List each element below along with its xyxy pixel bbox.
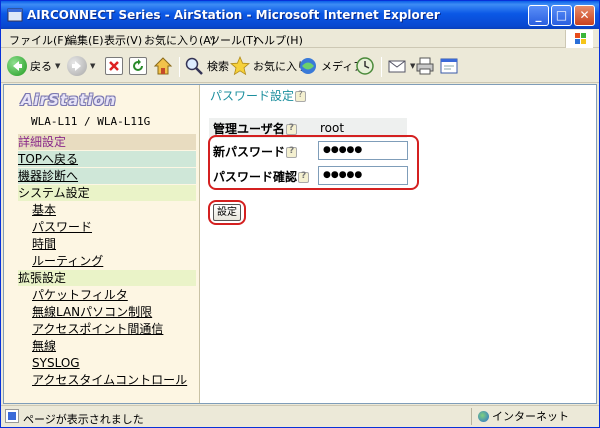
page-title: パスワード設定 — [210, 89, 295, 103]
toolbar-separator — [381, 57, 382, 77]
sidebar-item-basic[interactable]: 基本 — [32, 202, 196, 218]
sidebar-item-packet-filter[interactable]: パケットフィルタ — [32, 287, 196, 303]
windows-logo-icon — [565, 30, 593, 48]
menu-bar: ファイル(F) 編集(E) 表示(V) お気に入り(A) ツール(T) ヘルプ(… — [1, 29, 599, 48]
stop-button[interactable] — [105, 55, 123, 77]
help-icon[interactable] — [295, 90, 307, 102]
page-viewport: AirStation WLA-L11 / WLA-L11G 詳細設定 TOPへ戻… — [3, 84, 597, 404]
sidebar-item-access-time-control[interactable]: アクセスタイムコントロール — [32, 372, 196, 388]
edit-page-icon — [440, 58, 458, 74]
sidebar-item-label[interactable]: パケットフィルタ — [32, 288, 128, 302]
sidebar-item-routing[interactable]: ルーティング — [32, 253, 196, 269]
back-dropdown-icon[interactable]: ▼ — [55, 62, 60, 70]
help-icon[interactable] — [285, 123, 297, 135]
browser-window: AIRCONNECT Series - AirStation - Microso… — [0, 0, 600, 428]
sidebar-item-wireless[interactable]: 無線 — [32, 338, 196, 354]
search-icon — [185, 57, 203, 75]
history-button[interactable] — [355, 55, 375, 77]
sidebar-item-password[interactable]: パスワード — [32, 219, 196, 235]
title-bar: AIRCONNECT Series - AirStation - Microso… — [1, 1, 599, 29]
search-button[interactable]: 検索 — [184, 55, 229, 77]
back-label: 戻る — [30, 60, 52, 73]
sidebar: AirStation WLA-L11 / WLA-L11G 詳細設定 TOPへ戻… — [4, 85, 200, 403]
sidebar-item-label[interactable]: 基本 — [32, 203, 56, 217]
maximize-button[interactable]: □ — [551, 5, 572, 26]
back-arrow-icon — [7, 56, 27, 76]
page-status-icon — [5, 409, 19, 423]
mail-icon — [388, 60, 406, 73]
sidebar-item-label[interactable]: 機器診断へ — [18, 169, 78, 183]
sidebar-item-wlan-pc-restriction[interactable]: 無線LANパソコン制限 — [32, 304, 196, 320]
home-button[interactable] — [153, 55, 173, 77]
sidebar-item-label[interactable]: アクセスタイムコントロール — [32, 373, 187, 387]
status-text: ページが表示されました — [23, 413, 144, 426]
sidebar-category-label: 拡張設定 — [18, 271, 67, 285]
page-title-row: パスワード設定 — [210, 87, 307, 104]
home-icon — [153, 57, 173, 75]
menu-edit[interactable]: 編集(E) — [66, 32, 104, 48]
forward-dropdown-icon[interactable]: ▼ — [90, 62, 95, 70]
ie-app-icon — [7, 8, 23, 22]
forward-button[interactable]: ▼ — [67, 55, 95, 77]
sidebar-item-diagnostics[interactable]: 機器診断へ — [18, 168, 196, 184]
favorites-button[interactable]: お気に入り — [230, 55, 308, 77]
toolbar-separator — [179, 57, 180, 77]
back-button[interactable]: 戻る ▼ — [7, 55, 60, 77]
airstation-logo: AirStation — [21, 91, 117, 109]
search-label: 検索 — [207, 60, 229, 73]
menu-view[interactable]: 表示(V) — [104, 32, 142, 48]
security-zone: インターネット — [471, 408, 591, 425]
sidebar-item-top[interactable]: TOPへ戻る — [18, 151, 196, 167]
media-icon — [300, 58, 316, 74]
internet-globe-icon — [478, 411, 489, 422]
sidebar-item-label[interactable]: 時間 — [32, 237, 56, 251]
stop-icon — [105, 57, 123, 75]
password-highlight-box — [208, 135, 419, 190]
toolbar: 戻る ▼ ▼ 検索 お気に入り メディア ▼ — [1, 49, 599, 83]
edit-button[interactable] — [439, 55, 459, 77]
sidebar-category-label: システム設定 — [18, 186, 90, 200]
forward-arrow-icon — [67, 56, 87, 76]
submit-highlight-box — [208, 200, 246, 225]
history-icon — [356, 57, 374, 75]
menu-file[interactable]: ファイル(F) — [9, 32, 68, 48]
admin-user-label: 管理ユーザ名 — [213, 122, 285, 136]
print-button[interactable] — [415, 55, 435, 77]
minimize-button[interactable]: _ — [528, 5, 549, 26]
printer-icon — [416, 57, 434, 75]
sidebar-category-extended: 拡張設定 — [18, 270, 196, 286]
sidebar-item-ap-communication[interactable]: アクセスポイント間通信 — [32, 321, 196, 337]
menu-favorites[interactable]: お気に入り(A) — [144, 32, 215, 48]
sidebar-heading-advanced: 詳細設定 — [18, 134, 196, 150]
main-pane: パスワード設定 管理ユーザ名 root 新パスワード ●●●●● パスワード確認… — [201, 85, 596, 403]
sidebar-category-system: システム設定 — [18, 185, 196, 201]
admin-user-value: root — [320, 121, 345, 135]
mail-button[interactable]: ▼ — [387, 55, 415, 77]
sidebar-item-label[interactable]: アクセスポイント間通信 — [32, 322, 163, 336]
menu-help[interactable]: ヘルプ(H) — [253, 32, 303, 48]
window-title: AIRCONNECT Series - AirStation - Microso… — [27, 8, 440, 22]
menu-tools[interactable]: ツール(T) — [209, 32, 257, 48]
sidebar-item-syslog[interactable]: SYSLOG — [32, 355, 196, 371]
sidebar-item-label[interactable]: 無線 — [32, 339, 56, 353]
close-button[interactable]: ✕ — [574, 5, 595, 26]
sidebar-item-time[interactable]: 時間 — [32, 236, 196, 252]
star-icon — [230, 56, 250, 76]
sidebar-item-label[interactable]: SYSLOG — [32, 356, 80, 370]
refresh-button[interactable] — [129, 55, 147, 77]
zone-label: インターネット — [492, 410, 569, 423]
refresh-icon — [129, 57, 147, 75]
sidebar-item-label[interactable]: TOPへ戻る — [18, 152, 78, 166]
sidebar-item-label[interactable]: 無線LANパソコン制限 — [32, 305, 152, 319]
sidebar-heading-label: 詳細設定 — [18, 135, 67, 149]
sidebar-item-label[interactable]: パスワード — [32, 220, 92, 234]
model-name: WLA-L11 / WLA-L11G — [31, 115, 151, 128]
status-bar: ページが表示されました インターネット — [1, 405, 599, 427]
sidebar-item-label[interactable]: ルーティング — [32, 254, 103, 268]
